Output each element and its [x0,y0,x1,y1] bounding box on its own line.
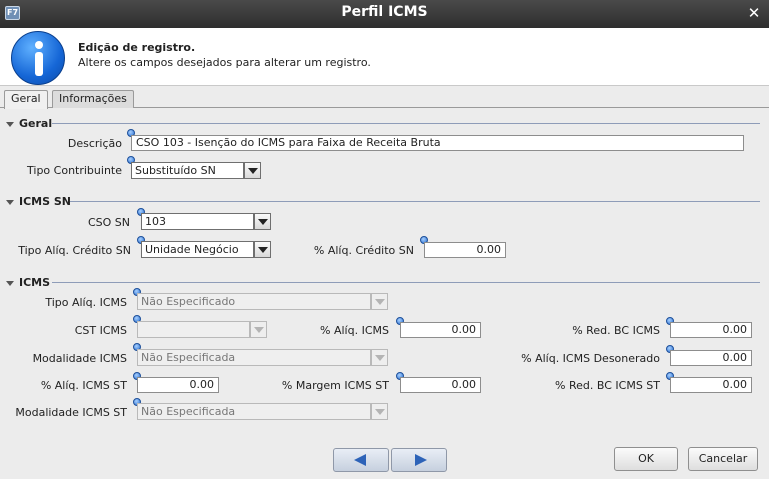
modalidade-icms-label: Modalidade ICMS [32,352,127,365]
section-divider [70,201,760,202]
margem-icms-st-label: % Margem ICMS ST [281,379,389,392]
aliq-icms-label: % Alíq. ICMS [320,324,389,337]
collapse-icon[interactable] [6,122,14,127]
tab-geral[interactable]: Geral [4,90,48,109]
title-bar: Perfil ICMS [0,0,769,28]
red-bc-icms-label: % Red. BC ICMS [572,324,660,337]
arrow-right-icon [415,454,427,466]
window-title: Perfil ICMS [341,4,428,20]
modalidade-icms-st-select[interactable]: Não Especificada [137,403,371,420]
header-title: Edição de registro. [78,41,196,54]
aliq-credito-input[interactable]: 0.00 [424,242,506,258]
margem-icms-st-input[interactable]: 0.00 [400,377,481,393]
previous-button[interactable] [333,448,389,472]
aliq-icms-input[interactable]: 0.00 [400,322,481,338]
chevron-down-icon[interactable] [254,213,271,230]
collapse-icon[interactable] [6,200,14,205]
aliq-icms-st-label: % Alíq. ICMS ST [40,379,127,392]
cso-sn-label: CSO SN [87,216,130,229]
modalidade-icms-select[interactable]: Não Especificada [137,349,371,366]
section-divider [52,123,760,124]
header-subtitle: Altere os campos desejados para alterar … [78,56,371,69]
info-icon [11,31,65,85]
app-icon: F7 [5,6,20,20]
arrow-left-icon [354,454,366,466]
close-icon[interactable]: ✕ [746,5,762,21]
tipo-contribuinte-select[interactable]: Substituído SN [131,162,244,179]
aliq-icms-desonerado-label: % Alíq. ICMS Desonerado [521,352,660,365]
collapse-icon[interactable] [6,281,14,286]
tipo-aliq-credito-select[interactable]: Unidade Negócio [141,241,254,258]
cst-icms-select[interactable] [137,321,250,338]
cancel-button[interactable]: Cancelar [688,447,758,471]
tab-informacoes[interactable]: Informações [52,90,134,108]
modalidade-icms-st-label: Modalidade ICMS ST [15,406,127,419]
section-title-icms: ICMS [19,276,51,289]
red-bc-icms-input[interactable]: 0.00 [670,322,752,338]
red-bc-icms-st-label: % Red. BC ICMS ST [555,379,660,392]
next-button[interactable] [391,448,447,472]
cso-sn-select[interactable]: 103 [141,213,254,230]
chevron-down-icon[interactable] [244,162,261,179]
aliq-icms-st-input[interactable]: 0.00 [137,377,219,393]
tipo-contribuinte-label: Tipo Contribuinte [27,164,122,177]
section-title-geral: Geral [19,117,53,130]
aliq-credito-label: % Alíq. Crédito SN [313,244,414,257]
tipo-aliq-icms-label: Tipo Alíq. ICMS [45,296,127,309]
aliq-icms-desonerado-input[interactable]: 0.00 [670,350,752,366]
chevron-down-icon[interactable] [371,349,388,366]
red-bc-icms-st-input[interactable]: 0.00 [670,377,752,393]
section-title-icms-sn: ICMS SN [19,195,71,208]
cst-icms-label: CST ICMS [74,324,127,337]
chevron-down-icon[interactable] [371,293,388,310]
descricao-input[interactable]: CSO 103 - Isenção do ICMS para Faixa de … [131,135,744,151]
section-divider [52,282,760,283]
ok-button[interactable]: OK [614,447,678,471]
tipo-aliq-credito-label: Tipo Alíq. Crédito SN [18,244,131,257]
chevron-down-icon[interactable] [371,403,388,420]
descricao-label: Descrição [67,137,122,150]
tipo-aliq-icms-select[interactable]: Não Especificado [137,293,371,310]
